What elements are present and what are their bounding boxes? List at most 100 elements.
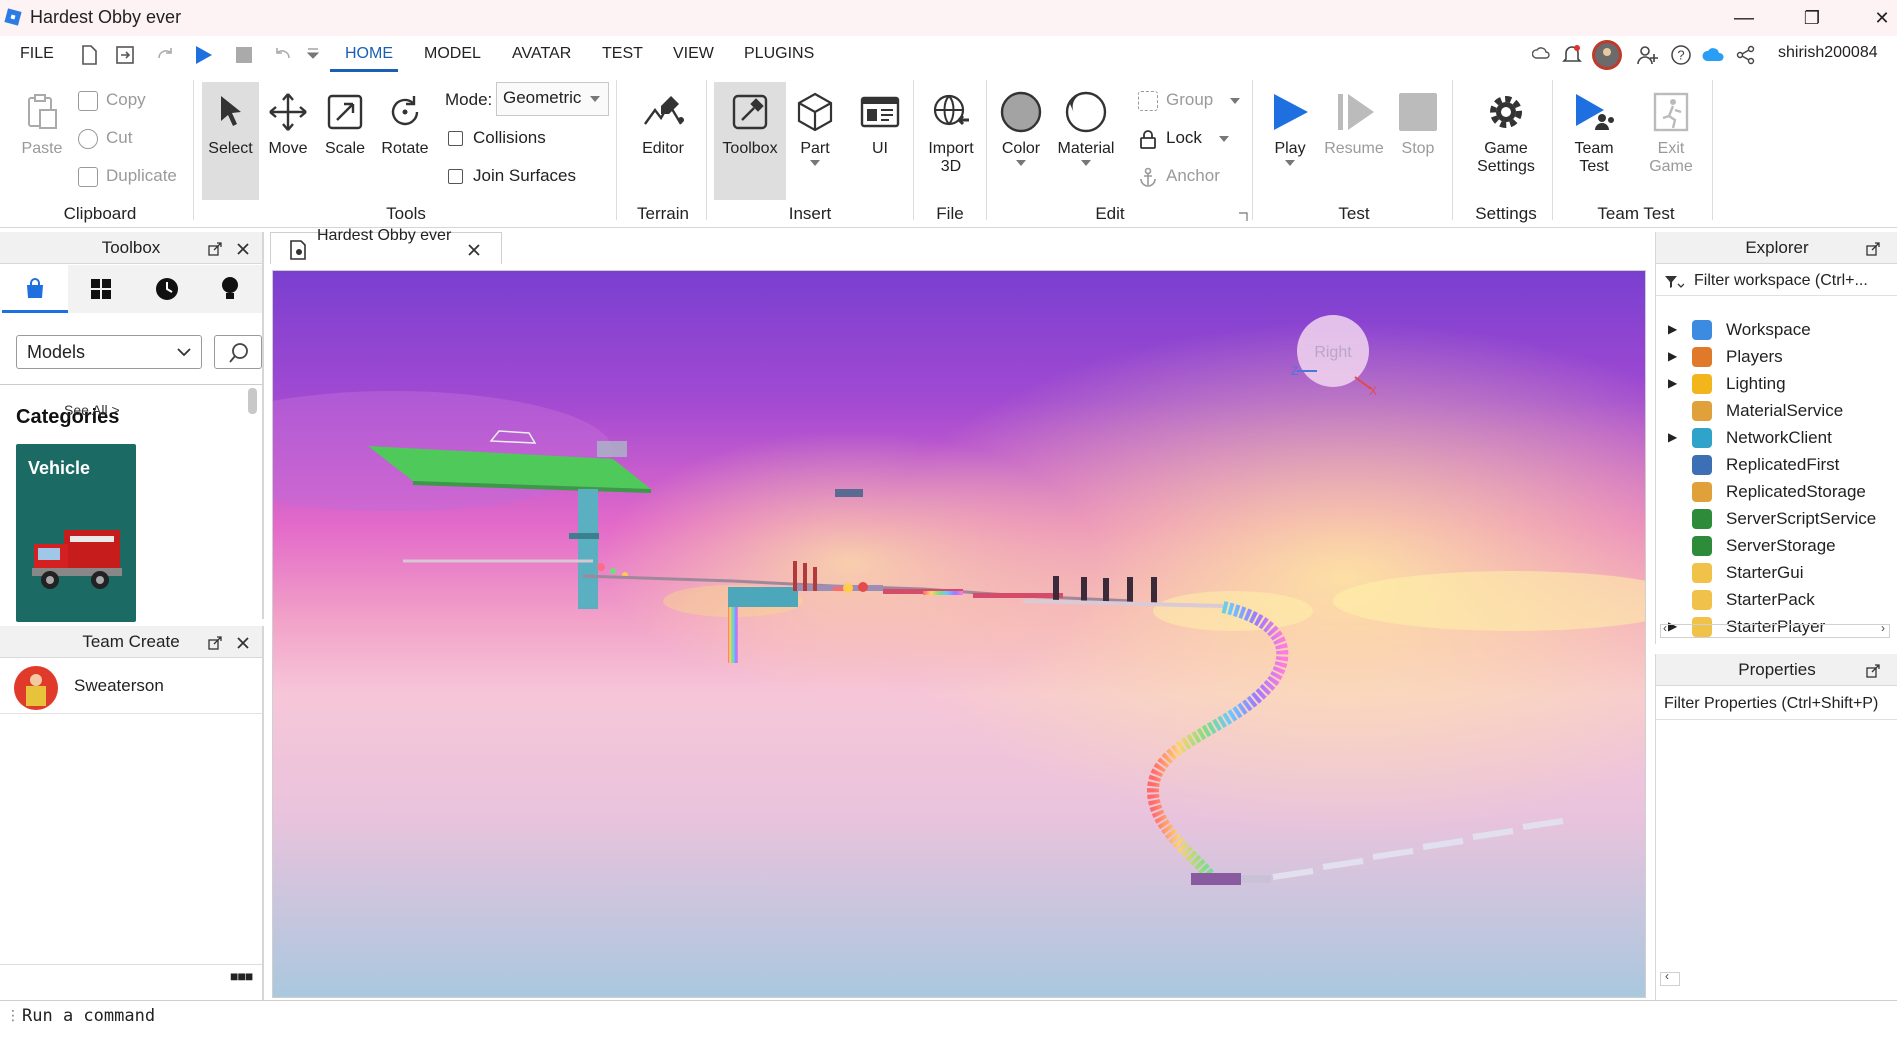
explorer-item-players[interactable]: ▶ Players (1656, 343, 1897, 370)
team-user-row[interactable]: Sweaterson (0, 660, 262, 714)
expand-arrow-icon[interactable]: ▶ (1668, 424, 1677, 451)
more-options-icon[interactable]: ■■■ (230, 968, 253, 984)
tab-home[interactable]: HOME (341, 36, 397, 72)
properties-filter-input[interactable]: Filter Properties (Ctrl+Shift+P) (1656, 688, 1897, 720)
play-button[interactable]: Play (1262, 90, 1318, 166)
undock-icon[interactable] (208, 242, 222, 256)
ui-button[interactable]: UI (854, 90, 906, 158)
tab-plugins[interactable]: PLUGINS (740, 36, 818, 72)
quick-access-dropdown-icon[interactable] (306, 47, 320, 61)
vehicle-category-card[interactable]: Vehicle (16, 444, 136, 622)
explorer-item-replicatedstorage[interactable]: ReplicatedStorage (1656, 478, 1897, 505)
add-collaborator-icon[interactable] (1636, 44, 1660, 66)
move-button[interactable]: Move (262, 90, 314, 158)
rotate-button[interactable]: Rotate (376, 90, 434, 158)
close-window-button[interactable]: ✕ (1860, 4, 1897, 32)
close-icon[interactable] (236, 242, 250, 256)
share-icon[interactable] (1736, 45, 1756, 65)
new-file-icon[interactable] (78, 44, 100, 66)
tab-creations[interactable] (198, 265, 262, 313)
undock-icon[interactable] (208, 636, 222, 650)
toolbox-scrollbar[interactable] (248, 388, 257, 414)
search-button[interactable] (214, 335, 262, 369)
play-icon (1274, 94, 1308, 130)
exit-game-button[interactable]: Exit Game (1640, 90, 1702, 176)
part-button[interactable]: Part (790, 90, 840, 166)
help-icon[interactable]: ? (1670, 44, 1692, 66)
expand-arrow-icon[interactable]: ▶ (1668, 370, 1677, 397)
notifications-icon[interactable] (1561, 43, 1583, 65)
undock-icon[interactable] (1866, 664, 1880, 678)
see-all-link[interactable]: See All > (64, 402, 120, 418)
cut-button[interactable]: Cut (78, 126, 132, 150)
toolbox-button[interactable]: Toolbox (714, 90, 786, 158)
explorer-item-networkclient[interactable]: ▶ NetworkClient (1656, 424, 1897, 451)
tab-recent[interactable] (134, 265, 200, 313)
open-file-icon[interactable] (114, 44, 136, 66)
collisions-checkbox[interactable] (448, 131, 463, 147)
user-avatar[interactable] (1592, 40, 1622, 70)
explorer-filter-input[interactable]: Filter workspace (Ctrl+... (1656, 266, 1897, 296)
expand-arrow-icon[interactable]: ▶ (1668, 316, 1677, 343)
close-tab-icon[interactable] (467, 243, 481, 257)
explorer-item-startergui[interactable]: StarterGui (1656, 559, 1897, 586)
import-3d-button[interactable]: Import 3D (918, 90, 984, 176)
undo-icon[interactable] (272, 44, 294, 66)
minimize-button[interactable]: — (1722, 4, 1766, 32)
close-icon[interactable] (236, 636, 250, 650)
game-settings-button[interactable]: Game Settings (1468, 90, 1544, 176)
paste-button[interactable]: Paste (14, 90, 70, 158)
file-menu[interactable]: FILE (16, 36, 58, 72)
copy-button[interactable]: Copy (78, 88, 146, 112)
scene-render[interactable]: Right Z X (273, 271, 1646, 998)
maximize-button[interactable]: ❐ (1790, 4, 1834, 32)
document-tab[interactable]: Hardest Obby ever (270, 227, 502, 264)
explorer-item-materialservice[interactable]: MaterialService (1656, 397, 1897, 424)
undock-icon[interactable] (1866, 242, 1880, 256)
tab-test[interactable]: TEST (598, 36, 647, 72)
terrain-editor-button[interactable]: Editor (630, 90, 696, 158)
mode-dropdown[interactable]: Geometric (496, 82, 609, 116)
anchor-button[interactable]: Anchor (1138, 164, 1220, 188)
join-surfaces-checkbox[interactable] (448, 169, 463, 185)
play-quick-icon[interactable] (192, 44, 214, 66)
explorer-item-replicatedfirst[interactable]: ReplicatedFirst (1656, 451, 1897, 478)
stop-button[interactable]: Stop (1392, 90, 1444, 158)
tab-marketplace[interactable] (2, 265, 68, 313)
explorer-item-lighting[interactable]: ▶ Lighting (1656, 370, 1897, 397)
file-group-label: File (936, 204, 964, 223)
scale-button[interactable]: Scale (318, 90, 372, 158)
lock-button[interactable]: Lock (1138, 126, 1229, 150)
command-input[interactable]: Run a command (22, 1006, 155, 1026)
material-button[interactable]: Material (1052, 90, 1120, 166)
select-button[interactable]: Select (202, 90, 259, 158)
cloud-icon[interactable] (1702, 45, 1726, 63)
join-surfaces-toggle[interactable]: Join Surfaces (448, 164, 576, 188)
redo-icon[interactable] (154, 44, 176, 66)
color-button[interactable]: Color (996, 90, 1046, 166)
stop-quick-icon[interactable] (234, 45, 254, 65)
username-label[interactable]: shirish200084 (1778, 44, 1878, 62)
explorer-item-serverstorage[interactable]: ServerStorage (1656, 532, 1897, 559)
properties-scrollbar[interactable]: ‹ (1660, 969, 1680, 986)
group-button[interactable]: Group (1138, 88, 1240, 112)
explorer-horizontal-scrollbar[interactable]: ‹ › (1660, 621, 1890, 638)
tab-view[interactable]: VIEW (669, 36, 718, 72)
category-dropdown[interactable]: Models (16, 335, 202, 369)
tab-model[interactable]: MODEL (420, 36, 485, 72)
resume-button[interactable]: Resume (1318, 90, 1390, 158)
expand-group-icon[interactable] (1238, 212, 1248, 222)
explorer-title: Explorer (1745, 238, 1809, 257)
expand-arrow-icon[interactable]: ▶ (1668, 343, 1677, 370)
duplicate-button[interactable]: Duplicate (78, 164, 177, 188)
team-test-button[interactable]: Team Test (1562, 90, 1626, 176)
command-bar[interactable]: ⋮ Run a command (0, 1000, 1897, 1032)
tab-inventory[interactable] (68, 265, 134, 313)
explorer-item-workspace[interactable]: ▶ Workspace (1656, 316, 1897, 343)
tab-avatar[interactable]: AVATAR (508, 36, 575, 72)
explorer-item-starterpack[interactable]: StarterPack (1656, 586, 1897, 613)
cloud-sync-icon[interactable] (1532, 45, 1550, 63)
3d-viewport[interactable]: Right Z X (272, 270, 1646, 998)
explorer-item-serverscriptservice[interactable]: ServerScriptService (1656, 505, 1897, 532)
collisions-toggle[interactable]: Collisions (448, 126, 546, 150)
